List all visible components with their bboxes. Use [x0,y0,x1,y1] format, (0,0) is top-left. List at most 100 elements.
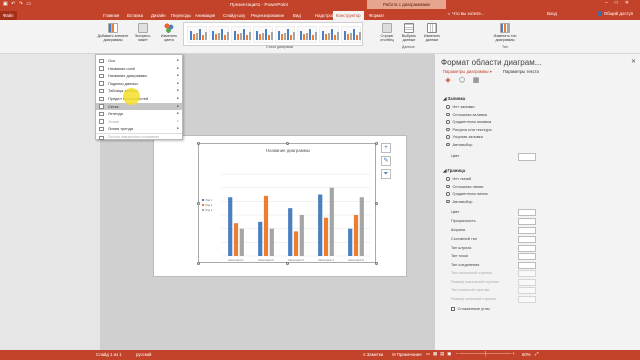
fill-option-radio[interactable]: Узорная заливка [446,134,483,139]
chart-style-thumb[interactable] [319,26,339,43]
legend-entry[interactable]: Ряд 3 [206,208,213,212]
resize-handle[interactable] [374,141,378,145]
close-icon[interactable]: ✕ [625,0,636,6]
resize-handle[interactable] [374,261,378,265]
border-field-control[interactable] [518,209,536,216]
view-buttons[interactable]: ▭▦▤▣ [426,351,454,357]
select-data-button[interactable]: Выбрать данные [398,23,420,42]
comments-button[interactable]: ✉ Примечания [392,352,422,358]
radio-icon[interactable] [446,120,450,124]
menu-item-gridlines[interactable]: Сетка ▸ [96,102,182,111]
radio-icon[interactable] [446,135,450,139]
fill-option-radio[interactable]: Рисунок или текстура [446,127,492,132]
notes-button[interactable]: ≡ Заметки [363,352,383,357]
bar-series-2[interactable] [293,231,299,256]
bar-series-1[interactable] [318,194,323,257]
effects-icon[interactable]: ⬠ [457,76,467,86]
window-controls[interactable]: –□✕ [605,0,636,6]
radio-icon[interactable] [446,184,450,188]
fit-slide-icon[interactable]: ⤢ [535,351,538,356]
zoom-level[interactable]: 60% [522,352,531,357]
tab-4[interactable]: Переходы [168,11,194,20]
radio-icon[interactable] [446,142,450,146]
bar-series-2[interactable] [353,215,359,256]
bar-series-3[interactable] [299,215,304,256]
chart-style-thumb[interactable] [297,26,317,43]
chart-style-thumb[interactable] [231,26,251,43]
radio-icon[interactable] [446,199,450,203]
minimize-icon[interactable]: – [605,0,615,6]
fill-option-radio[interactable]: Нет заливки [446,104,475,109]
tab-1[interactable]: Главная [100,11,122,20]
chart-filter-button[interactable]: ⏷ [381,169,391,179]
fill-option-radio[interactable]: Градиентная заливка [446,119,491,124]
quick-access-toolbar[interactable]: ▣ ↶ ↷ ▭ [3,1,32,7]
chart-style-thumb[interactable] [275,26,295,43]
tab-3[interactable]: Дизайн [148,11,168,20]
chart-elements-plus-button[interactable]: + [381,143,391,153]
menu-item-chart-title[interactable]: Название диаграммы ▸ [96,72,182,80]
maximize-icon[interactable]: □ [615,0,625,6]
add-chart-element-button[interactable]: Добавить элемент диаграммы [96,23,130,42]
tab-2[interactable]: Вставка [124,11,146,20]
bar-series-1[interactable] [288,208,293,256]
radio-icon[interactable] [446,112,450,116]
fill-option-radio[interactable]: Сплошная заливка [446,112,487,117]
bar-series-1[interactable] [348,228,353,256]
rounded-corners-checkbox[interactable]: Сглаженные углы [451,306,490,311]
border-option-radio[interactable]: Градиентная линия [446,191,488,196]
border-field-control[interactable] [518,261,536,269]
resize-handle[interactable] [285,261,289,265]
zoom-slider[interactable]: – ────────┼──────── + [456,351,515,356]
redo-icon[interactable]: ↷ [19,1,24,7]
tab-8[interactable]: Вид [290,11,304,20]
border-option-radio[interactable]: Нет линий [446,176,471,181]
subtab-chart-options[interactable]: Параметры диаграммы ▾ [443,69,492,74]
chart-styles-brush-button[interactable]: ✎ [381,156,391,166]
resize-handle[interactable] [196,261,200,265]
bar-series-1[interactable] [258,221,263,256]
fill-color-picker[interactable] [518,153,536,161]
fill-line-icon[interactable]: ◈ [443,76,453,86]
resize-handle[interactable] [196,201,200,205]
undo-icon[interactable]: ↶ [11,1,16,7]
border-option-radio[interactable]: Автовыбор [446,199,472,204]
quick-layout-button[interactable]: Экспресс-макет [132,23,154,42]
bar-series-3[interactable] [269,228,274,256]
language-indicator[interactable]: русский [136,352,151,357]
resize-handle[interactable] [285,141,289,145]
radio-icon[interactable] [446,177,450,181]
bar-series-3[interactable] [359,197,364,256]
bar-series-2[interactable] [323,217,329,256]
change-colors-button[interactable]: Изменить цвета [157,23,181,42]
tab-0[interactable]: Файл [0,11,17,20]
fill-option-radio[interactable]: Автовыбор [446,142,472,147]
tab-5[interactable]: Анимация [192,11,218,20]
chart-style-thumb[interactable] [187,26,207,43]
menu-item-legend[interactable]: Легенда ▸ [96,110,182,118]
tab-10[interactable]: Конструктор [333,11,364,20]
menu-item-axes[interactable]: Оси ▸ [96,57,182,65]
border-field-control[interactable] [518,227,536,234]
resize-handle[interactable] [196,141,200,145]
bar-series-1[interactable] [228,197,233,256]
resize-handle[interactable] [374,201,378,205]
border-field-control[interactable] [518,253,536,260]
tab-7[interactable]: Рецензирование [248,11,287,20]
slide-thumbnails-pane[interactable] [0,54,100,350]
subtab-text-options[interactable]: Параметры текста [503,69,539,74]
tab-6[interactable]: Слайд-шоу [220,11,248,20]
border-field-control[interactable] [518,236,536,243]
tell-me-search[interactable]: ☼ Что вы хотите... [447,11,485,16]
menu-item-data-labels[interactable]: Подписи данных ▸ [96,80,182,88]
menu-item-axis-titles[interactable]: Названия осей ▸ [96,65,182,73]
pane-close-icon[interactable]: ✕ [631,58,636,65]
chart-style-thumb[interactable] [253,26,273,43]
bar-series-2[interactable] [233,223,239,256]
tab-11[interactable]: Формат [366,11,387,20]
border-field-control[interactable] [518,218,536,225]
change-chart-type-button[interactable]: Изменить тип диаграммы [490,23,520,42]
radio-icon[interactable] [446,192,450,196]
border-section-header[interactable]: ◢ Граница [443,168,465,174]
border-option-radio[interactable]: Сплошная линия [446,184,483,189]
